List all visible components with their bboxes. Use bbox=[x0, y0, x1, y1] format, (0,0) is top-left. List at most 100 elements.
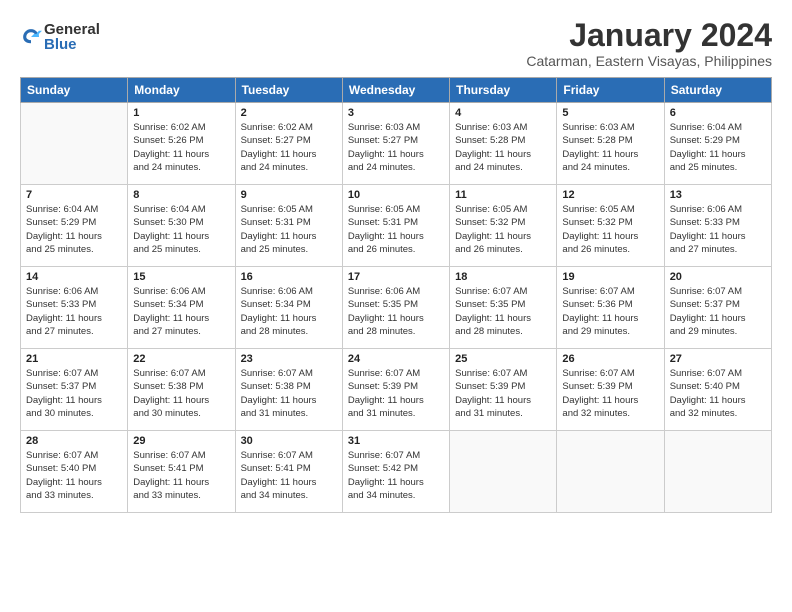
day-info-line: Sunset: 5:31 PM bbox=[241, 216, 337, 229]
day-info-line: Sunset: 5:31 PM bbox=[348, 216, 444, 229]
day-info-line: and 28 minutes. bbox=[348, 325, 444, 338]
day-number: 21 bbox=[26, 353, 122, 365]
day-info-line: Sunrise: 6:07 AM bbox=[26, 367, 122, 380]
header-wednesday: Wednesday bbox=[342, 78, 449, 103]
day-info: Sunrise: 6:04 AMSunset: 5:29 PMDaylight:… bbox=[26, 203, 122, 256]
day-number: 13 bbox=[670, 189, 766, 201]
day-info-line: Sunrise: 6:07 AM bbox=[133, 367, 229, 380]
day-number: 22 bbox=[133, 353, 229, 365]
day-info-line: and 25 minutes. bbox=[241, 243, 337, 256]
day-number: 26 bbox=[562, 353, 658, 365]
day-info-line: Sunset: 5:32 PM bbox=[455, 216, 551, 229]
day-info: Sunrise: 6:03 AMSunset: 5:28 PMDaylight:… bbox=[562, 121, 658, 174]
day-info-line: Sunset: 5:36 PM bbox=[562, 298, 658, 311]
day-info-line: Daylight: 11 hours bbox=[562, 230, 658, 243]
day-info-line: Daylight: 11 hours bbox=[133, 230, 229, 243]
day-info-line: and 30 minutes. bbox=[26, 407, 122, 420]
day-info-line: Sunrise: 6:03 AM bbox=[348, 121, 444, 134]
day-info-line: and 31 minutes. bbox=[348, 407, 444, 420]
day-info-line: Sunset: 5:41 PM bbox=[241, 462, 337, 475]
day-info-line: and 25 minutes. bbox=[26, 243, 122, 256]
day-info-line: Daylight: 11 hours bbox=[348, 148, 444, 161]
day-number: 30 bbox=[241, 435, 337, 447]
week-row-2: 7Sunrise: 6:04 AMSunset: 5:29 PMDaylight… bbox=[21, 185, 772, 267]
day-info-line: Sunrise: 6:04 AM bbox=[670, 121, 766, 134]
day-info-line: Sunrise: 6:04 AM bbox=[26, 203, 122, 216]
day-info-line: and 26 minutes. bbox=[562, 243, 658, 256]
day-info-line: and 33 minutes. bbox=[26, 489, 122, 502]
day-number: 14 bbox=[26, 271, 122, 283]
day-info-line: and 33 minutes. bbox=[133, 489, 229, 502]
day-info: Sunrise: 6:07 AMSunset: 5:38 PMDaylight:… bbox=[133, 367, 229, 420]
day-info: Sunrise: 6:07 AMSunset: 5:41 PMDaylight:… bbox=[241, 449, 337, 502]
day-info: Sunrise: 6:07 AMSunset: 5:38 PMDaylight:… bbox=[241, 367, 337, 420]
day-info: Sunrise: 6:07 AMSunset: 5:39 PMDaylight:… bbox=[455, 367, 551, 420]
calendar-cell-5-5 bbox=[450, 431, 557, 513]
day-info-line: Daylight: 11 hours bbox=[133, 148, 229, 161]
day-info-line: and 31 minutes. bbox=[241, 407, 337, 420]
day-info: Sunrise: 6:07 AMSunset: 5:37 PMDaylight:… bbox=[26, 367, 122, 420]
day-info-line: and 26 minutes. bbox=[348, 243, 444, 256]
header-sunday: Sunday bbox=[21, 78, 128, 103]
day-info-line: Sunrise: 6:04 AM bbox=[133, 203, 229, 216]
calendar-cell-4-6: 26Sunrise: 6:07 AMSunset: 5:39 PMDayligh… bbox=[557, 349, 664, 431]
day-info-line: Daylight: 11 hours bbox=[562, 394, 658, 407]
header-tuesday: Tuesday bbox=[235, 78, 342, 103]
calendar-cell-2-2: 8Sunrise: 6:04 AMSunset: 5:30 PMDaylight… bbox=[128, 185, 235, 267]
day-info-line: Sunrise: 6:05 AM bbox=[241, 203, 337, 216]
day-info-line: Sunrise: 6:07 AM bbox=[670, 285, 766, 298]
calendar-cell-3-1: 14 Sunrise: 6:06 AMSunset: 5:33 PMDayligh… bbox=[21, 267, 128, 349]
day-info-line: Sunrise: 6:07 AM bbox=[26, 449, 122, 462]
day-number: 27 bbox=[670, 353, 766, 365]
day-info-line: Sunset: 5:27 PM bbox=[241, 134, 337, 147]
day-info-line: Sunrise: 6:06 AM bbox=[26, 285, 122, 298]
week-row-4: 21 Sunrise: 6:07 AMSunset: 5:37 PMDayligh… bbox=[21, 349, 772, 431]
day-info-line: Sunset: 5:28 PM bbox=[455, 134, 551, 147]
day-info: Sunrise: 6:06 AMSunset: 5:33 PMDaylight:… bbox=[26, 285, 122, 338]
day-info-line: and 34 minutes. bbox=[348, 489, 444, 502]
day-info-line: Daylight: 11 hours bbox=[455, 148, 551, 161]
day-info-line: Sunrise: 6:05 AM bbox=[348, 203, 444, 216]
week-row-5: 28Sunrise: 6:07 AMSunset: 5:40 PMDayligh… bbox=[21, 431, 772, 513]
day-info-line: Sunrise: 6:06 AM bbox=[348, 285, 444, 298]
day-info: Sunrise: 6:06 AMSunset: 5:34 PMDaylight:… bbox=[133, 285, 229, 338]
day-info-line: Sunset: 5:34 PM bbox=[133, 298, 229, 311]
day-number: 24 bbox=[348, 353, 444, 365]
calendar-cell-5-1: 28Sunrise: 6:07 AMSunset: 5:40 PMDayligh… bbox=[21, 431, 128, 513]
calendar-cell-4-1: 21 Sunrise: 6:07 AMSunset: 5:37 PMDayligh… bbox=[21, 349, 128, 431]
header-thursday: Thursday bbox=[450, 78, 557, 103]
day-info-line: and 24 minutes. bbox=[133, 161, 229, 174]
day-info-line: and 28 minutes. bbox=[241, 325, 337, 338]
day-number: 18 bbox=[455, 271, 551, 283]
header-monday: Monday bbox=[128, 78, 235, 103]
day-info: Sunrise: 6:07 AMSunset: 5:41 PMDaylight:… bbox=[133, 449, 229, 502]
day-info-line: and 27 minutes. bbox=[133, 325, 229, 338]
day-info: Sunrise: 6:07 AMSunset: 5:40 PMDaylight:… bbox=[26, 449, 122, 502]
day-info-line: and 24 minutes. bbox=[562, 161, 658, 174]
logo-blue-text: Blue bbox=[44, 37, 100, 52]
day-info: Sunrise: 6:07 AMSunset: 5:37 PMDaylight:… bbox=[670, 285, 766, 338]
calendar-cell-5-7 bbox=[664, 431, 771, 513]
day-info-line: Sunrise: 6:07 AM bbox=[562, 285, 658, 298]
day-info: Sunrise: 6:05 AMSunset: 5:32 PMDaylight:… bbox=[455, 203, 551, 256]
day-info-line: Daylight: 11 hours bbox=[348, 230, 444, 243]
day-info: Sunrise: 6:04 AMSunset: 5:30 PMDaylight:… bbox=[133, 203, 229, 256]
day-info: Sunrise: 6:03 AMSunset: 5:28 PMDaylight:… bbox=[455, 121, 551, 174]
calendar-cell-4-2: 22 Sunrise: 6:07 AMSunset: 5:38 PMDayligh… bbox=[128, 349, 235, 431]
day-info: Sunrise: 6:02 AMSunset: 5:27 PMDaylight:… bbox=[241, 121, 337, 174]
calendar-cell-3-5: 18Sunrise: 6:07 AMSunset: 5:35 PMDayligh… bbox=[450, 267, 557, 349]
day-number: 19 bbox=[562, 271, 658, 283]
logo-icon bbox=[20, 26, 42, 48]
calendar-cell-2-7: 13Sunrise: 6:06 AMSunset: 5:33 PMDayligh… bbox=[664, 185, 771, 267]
day-info-line: Sunset: 5:40 PM bbox=[670, 380, 766, 393]
day-info-line: Sunrise: 6:07 AM bbox=[670, 367, 766, 380]
day-info: Sunrise: 6:06 AMSunset: 5:34 PMDaylight:… bbox=[241, 285, 337, 338]
calendar-cell-1-5: 4Sunrise: 6:03 AMSunset: 5:28 PMDaylight… bbox=[450, 103, 557, 185]
day-number: 29 bbox=[133, 435, 229, 447]
calendar-cell-1-2: 1Sunrise: 6:02 AMSunset: 5:26 PMDaylight… bbox=[128, 103, 235, 185]
day-info-line: Sunset: 5:29 PM bbox=[670, 134, 766, 147]
day-info-line: Daylight: 11 hours bbox=[348, 312, 444, 325]
day-info-line: Daylight: 11 hours bbox=[670, 312, 766, 325]
calendar-cell-2-4: 10Sunrise: 6:05 AMSunset: 5:31 PMDayligh… bbox=[342, 185, 449, 267]
header-saturday: Saturday bbox=[664, 78, 771, 103]
